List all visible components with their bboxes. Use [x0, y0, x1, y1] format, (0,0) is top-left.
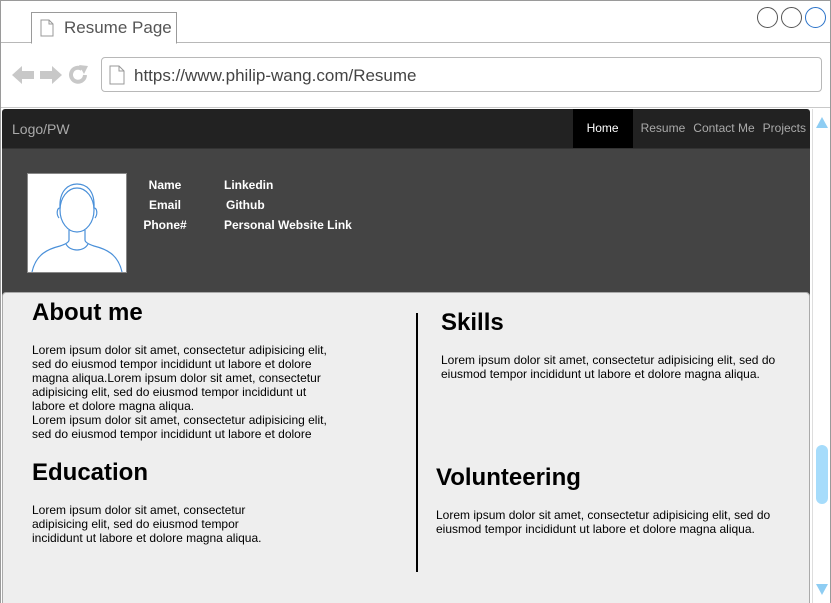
about-line: Lorem ipsum dolor sit amet, consectetur …: [32, 413, 327, 427]
name-label: Name: [148, 178, 182, 192]
page-icon: [40, 19, 54, 37]
education-line: incididunt ut labore et dolore magna ali…: [32, 531, 262, 545]
email-label: Email: [148, 198, 181, 212]
minimize-button[interactable]: [757, 7, 778, 28]
about-line: sed do eiusmod tempor incididunt ut labo…: [32, 357, 312, 371]
browser-window: Resume Page https://www.philip-wang.com/…: [0, 0, 831, 603]
resume-content: About me Lorem ipsum dolor sit amet, con…: [2, 292, 810, 603]
about-line: Lorem ipsum dolor sit amet, consectetur …: [32, 343, 327, 357]
skills-title: Skills: [441, 309, 504, 336]
about-line: adipisicing elit, sed do eiusmod tempor …: [32, 385, 307, 399]
vertical-scrollbar[interactable]: [812, 109, 830, 603]
reload-icon[interactable]: [67, 64, 89, 86]
back-arrow-icon[interactable]: [11, 64, 35, 86]
user-avatar-icon: [31, 183, 123, 273]
nav-home[interactable]: Home: [572, 109, 633, 148]
education-line: Lorem ipsum dolor sit amet, consectetur: [32, 503, 246, 517]
volunteering-title: Volunteering: [436, 464, 581, 491]
volunteering-body: Lorem ipsum dolor sit amet, consectetur …: [436, 508, 770, 536]
personal-website-link[interactable]: Personal Website Link: [224, 215, 352, 235]
column-divider: [416, 313, 418, 572]
address-bar[interactable]: https://www.philip-wang.com/Resume: [101, 57, 822, 92]
tab-title: Resume Page: [64, 18, 172, 37]
avatar: [27, 173, 127, 273]
about-line: sed do eiusmod tempor incididunt ut labo…: [32, 427, 312, 441]
site-menu: Home Resume Contact Me Projects: [572, 109, 810, 148]
about-body: Lorem ipsum dolor sit amet, consectetur …: [32, 343, 327, 441]
site-logo[interactable]: Logo/PW: [12, 121, 70, 137]
profile-header: Name Email Phone# Linkedin Github Person…: [2, 148, 810, 298]
education-title: Education: [32, 459, 149, 486]
skills-body: Lorem ipsum dolor sit amet, consectetur …: [441, 353, 775, 381]
skills-line: Lorem ipsum dolor sit amet, consectetur …: [441, 353, 776, 367]
phone-label: Phone#: [143, 218, 187, 232]
page-viewport: Logo/PW Home Resume Contact Me Projects: [1, 109, 812, 603]
profile-labels: Name Email Phone#: [143, 175, 187, 235]
scroll-thumb[interactable]: [816, 445, 828, 504]
page-icon: [109, 65, 125, 85]
tab-bar: Resume Page: [1, 1, 830, 44]
maximize-button[interactable]: [781, 7, 802, 28]
window-controls: [757, 7, 826, 28]
browser-toolbar: https://www.philip-wang.com/Resume: [1, 44, 830, 108]
about-title: About me: [32, 299, 143, 326]
close-button[interactable]: [805, 7, 826, 28]
education-line: adipisicing elit, sed do eiusmod tempor: [32, 517, 239, 531]
browser-tab[interactable]: Resume Page: [31, 12, 177, 44]
github-link[interactable]: Github: [224, 195, 352, 215]
nav-projects[interactable]: Projects: [759, 109, 810, 148]
nav-buttons: [11, 64, 89, 86]
volunteering-line: eiusmod tempor incididunt ut labore et d…: [436, 522, 755, 536]
linkedin-link[interactable]: Linkedin: [224, 175, 352, 195]
about-line: magna aliqua.Lorem ipsum dolor sit amet,…: [32, 371, 321, 385]
skills-line: eiusmod tempor incididunt ut labore et d…: [441, 367, 760, 381]
about-line: labore et dolore magna aliqua.: [32, 399, 195, 413]
forward-arrow-icon[interactable]: [39, 64, 63, 86]
profile-links: Linkedin Github Personal Website Link: [224, 175, 352, 235]
url-text: https://www.philip-wang.com/Resume: [134, 66, 417, 85]
nav-resume[interactable]: Resume: [637, 109, 690, 148]
volunteering-line: Lorem ipsum dolor sit amet, consectetur …: [436, 508, 771, 522]
education-body: Lorem ipsum dolor sit amet, consectetur …: [32, 503, 262, 545]
scroll-down-icon[interactable]: [816, 584, 828, 595]
scroll-up-icon[interactable]: [816, 117, 828, 128]
site-navbar: Logo/PW Home Resume Contact Me Projects: [2, 109, 810, 148]
nav-contact-me[interactable]: Contact Me: [689, 109, 758, 148]
